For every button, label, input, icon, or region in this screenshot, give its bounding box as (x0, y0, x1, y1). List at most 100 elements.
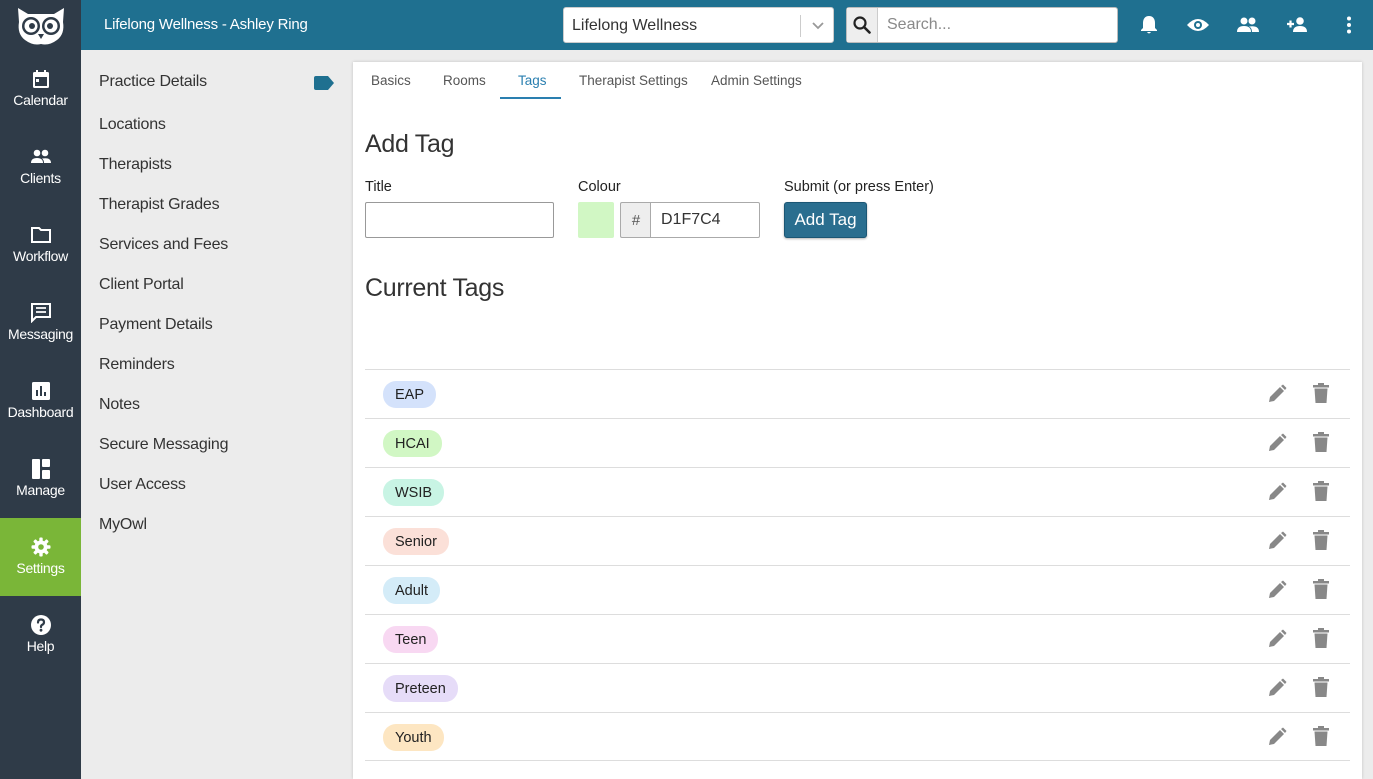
title-input[interactable] (365, 202, 554, 238)
nav-help[interactable]: Help (0, 596, 81, 674)
add-tag-button[interactable]: Add Tag (784, 202, 867, 238)
menu-client-portal[interactable]: Client Portal (99, 276, 184, 294)
top-bar: Lifelong Wellness - Ashley Ring Lifelong… (0, 0, 1373, 50)
submit-label: Submit (or press Enter) (784, 179, 934, 195)
help-icon (30, 614, 51, 636)
edit-pencil-icon[interactable] (1267, 678, 1287, 703)
menu-user-access[interactable]: User Access (99, 476, 186, 494)
chart-icon (31, 380, 50, 402)
tag-pill: Adult (383, 577, 441, 604)
menu-reminders[interactable]: Reminders (99, 356, 175, 374)
users-icon[interactable] (1236, 13, 1260, 37)
search-button[interactable] (847, 8, 878, 42)
hash-prefix: # (620, 202, 651, 238)
nav-label: Dashboard (7, 404, 74, 420)
tag-row: Teen (365, 614, 1350, 663)
tag-pill: Teen (383, 626, 439, 653)
tag-pill: HCAI (383, 430, 442, 457)
tag-row: EAP (365, 369, 1350, 418)
edit-pencil-icon[interactable] (1267, 482, 1287, 507)
tag-pill: Youth (383, 724, 444, 751)
title-label: Title (365, 179, 392, 195)
tag-row: WSIB (365, 467, 1350, 516)
nav-messaging[interactable]: Messaging (0, 284, 81, 362)
nav-dashboard[interactable]: Dashboard (0, 362, 81, 440)
tag-row: Senior (365, 516, 1350, 565)
nav-clients[interactable]: Clients (0, 128, 81, 206)
nav-manage[interactable]: Manage (0, 440, 81, 518)
menu-payment-details[interactable]: Payment Details (99, 316, 213, 334)
owl-logo[interactable] (0, 0, 81, 50)
edit-pencil-icon[interactable] (1267, 580, 1287, 605)
colour-swatch[interactable] (578, 202, 614, 238)
trash-icon[interactable] (1313, 628, 1329, 653)
menu-secure-messaging[interactable]: Secure Messaging (99, 436, 229, 454)
menu-therapists[interactable]: Therapists (99, 156, 172, 174)
practice-select[interactable]: Lifelong Wellness (563, 7, 834, 43)
edit-pencil-icon[interactable] (1267, 629, 1287, 654)
tab-basics[interactable]: Basics (371, 73, 411, 88)
main-nav: Calendar Clients Workflow Messaging Dash… (0, 50, 81, 779)
trash-icon[interactable] (1313, 432, 1329, 457)
trash-icon[interactable] (1313, 530, 1329, 555)
message-icon (30, 302, 51, 324)
tab-rooms[interactable]: Rooms (443, 73, 486, 88)
trash-icon[interactable] (1313, 579, 1329, 604)
edit-pencil-icon[interactable] (1267, 727, 1287, 752)
app-title: Lifelong Wellness - Ashley Ring (104, 16, 308, 33)
nav-label: Messaging (7, 326, 73, 342)
eye-icon[interactable] (1186, 13, 1210, 37)
tag-pill: Preteen (383, 675, 458, 702)
trash-icon[interactable] (1313, 677, 1329, 702)
colour-label: Colour (578, 179, 621, 195)
nav-calendar[interactable]: Calendar (0, 50, 81, 128)
clients-icon (30, 146, 52, 168)
settings-menu: Practice Details Locations Therapists Th… (81, 50, 353, 779)
add-user-icon[interactable] (1286, 13, 1310, 37)
tag-row: Preteen (365, 663, 1350, 712)
search-input[interactable] (878, 8, 1116, 42)
notifications-bell-icon[interactable] (1137, 13, 1161, 37)
menu-therapist-grades[interactable]: Therapist Grades (99, 196, 220, 214)
current-tags-heading: Current Tags (365, 274, 505, 302)
colour-hex-input[interactable]: D1F7C4 (650, 202, 760, 238)
manage-icon (31, 458, 50, 480)
tag-pill: Senior (383, 528, 449, 555)
menu-practice-details[interactable]: Practice Details (99, 73, 207, 91)
nav-label: Clients (20, 170, 61, 186)
tab-tags[interactable]: Tags (518, 73, 547, 88)
tag-icon (314, 76, 334, 90)
trash-icon[interactable] (1313, 383, 1329, 408)
active-tab-indicator (500, 97, 561, 99)
tab-therapist-settings[interactable]: Therapist Settings (579, 73, 688, 88)
edit-pencil-icon[interactable] (1267, 531, 1287, 556)
trash-icon[interactable] (1313, 481, 1329, 506)
menu-services-and-fees[interactable]: Services and Fees (99, 236, 228, 254)
nav-workflow[interactable]: Workflow (0, 206, 81, 284)
search-box (846, 7, 1118, 43)
owl-logo-icon (17, 8, 64, 45)
more-vertical-icon[interactable] (1337, 13, 1361, 37)
calendar-icon (32, 68, 50, 90)
gear-icon (31, 536, 51, 558)
menu-myowl[interactable]: MyOwl (99, 516, 147, 534)
search-icon (853, 16, 871, 34)
nav-settings[interactable]: Settings (0, 518, 81, 596)
nav-label: Settings (16, 560, 65, 576)
practice-select-value: Lifelong Wellness (572, 17, 698, 34)
edit-pencil-icon[interactable] (1267, 433, 1287, 458)
nav-label: Manage (16, 482, 65, 498)
tag-pill: EAP (383, 381, 437, 408)
nav-label: Workflow (13, 248, 68, 264)
chevron-down-icon[interactable] (807, 16, 829, 36)
tag-row: Youth (365, 712, 1350, 761)
menu-locations[interactable]: Locations (99, 116, 166, 134)
tab-admin-settings[interactable]: Admin Settings (711, 73, 802, 88)
edit-pencil-icon[interactable] (1267, 384, 1287, 409)
add-tag-heading: Add Tag (365, 130, 455, 158)
tag-row: HCAI (365, 418, 1350, 467)
trash-icon[interactable] (1313, 726, 1329, 751)
folder-icon (30, 224, 51, 246)
tag-row: Adult (365, 565, 1350, 614)
menu-notes[interactable]: Notes (99, 396, 140, 414)
